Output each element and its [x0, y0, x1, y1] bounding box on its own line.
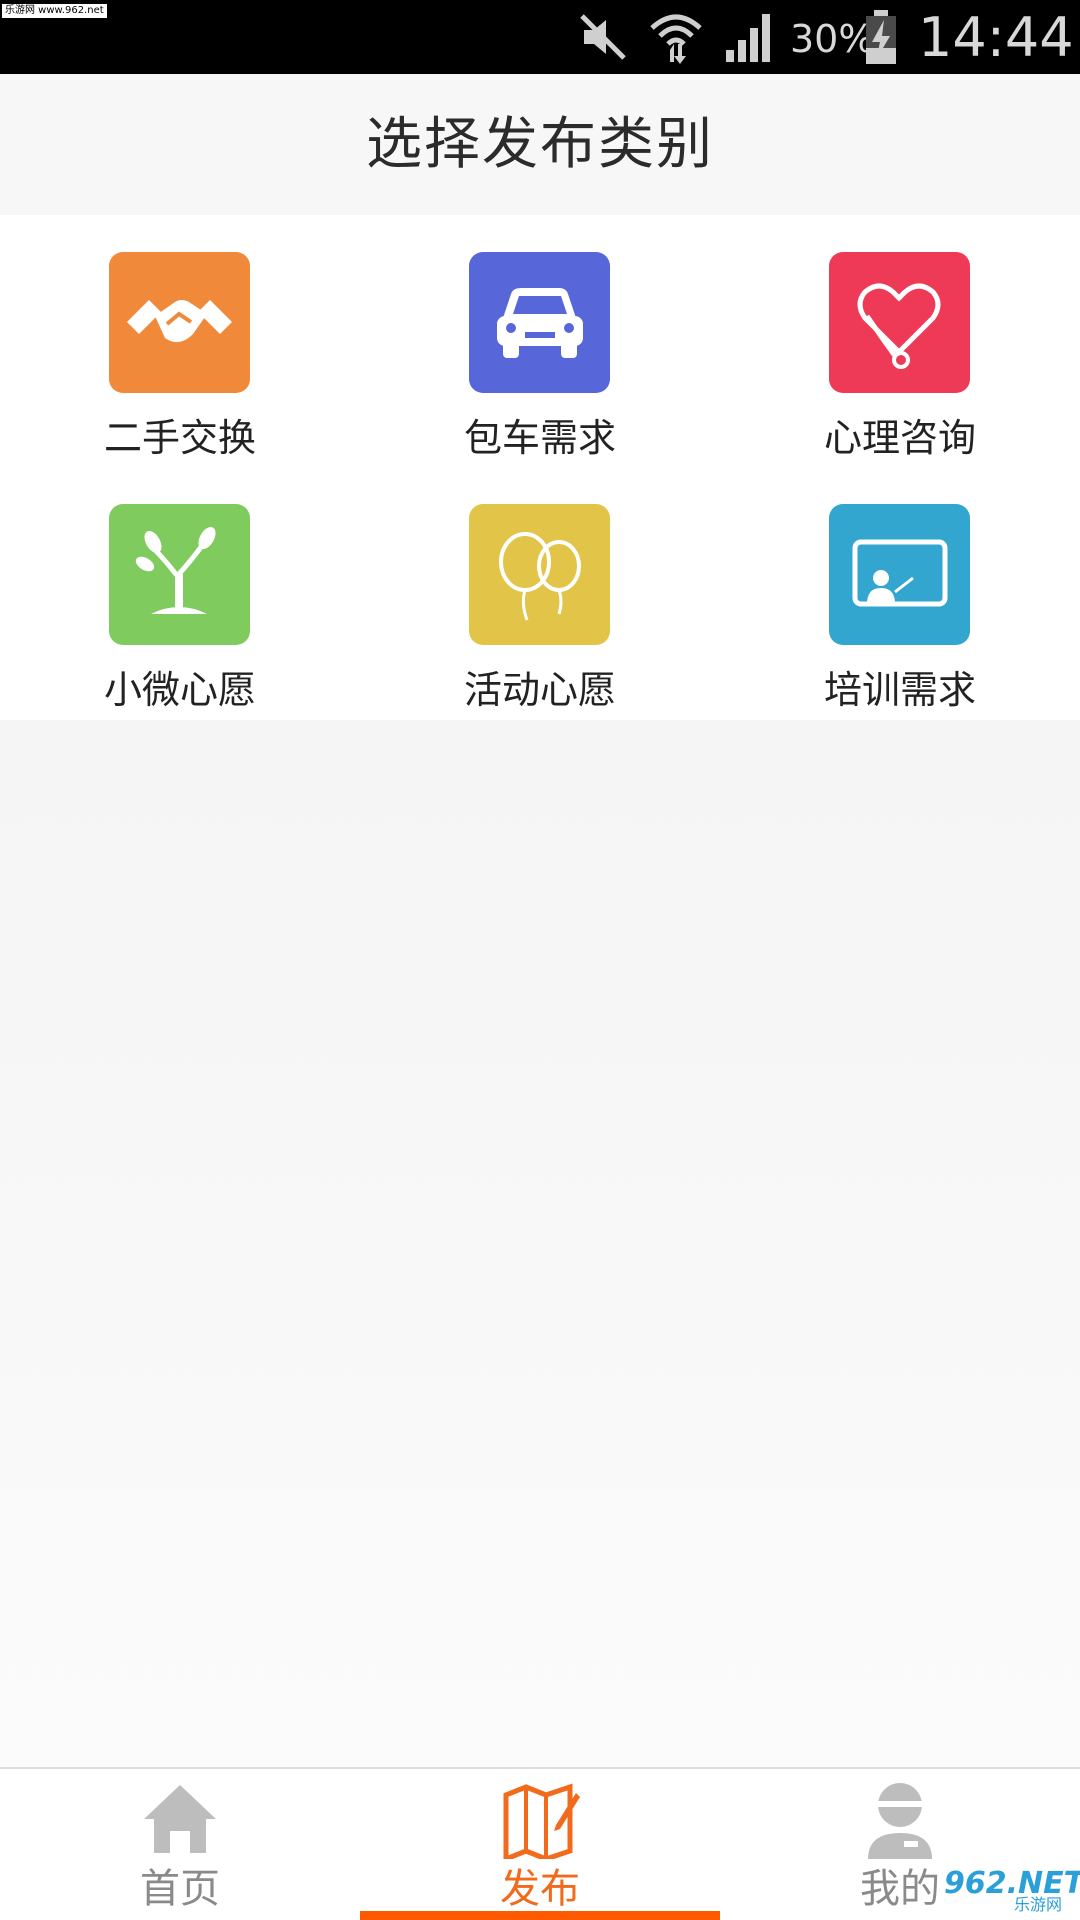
category-charter-car[interactable]: 包车需求 [360, 215, 720, 467]
category-event-wish[interactable]: 活动心愿 [360, 467, 720, 719]
clock: 14:44 [918, 6, 1074, 69]
battery-percent: 30% [790, 17, 875, 61]
nav-item-home[interactable]: 首页 [0, 1769, 360, 1920]
category-tile[interactable] [109, 504, 250, 645]
category-label: 小微心愿 [103, 668, 256, 712]
signal-icon [726, 14, 770, 62]
category-label: 活动心愿 [463, 668, 616, 712]
nav-label: 首页 [140, 1866, 220, 1912]
balloons-icon [499, 532, 581, 621]
watermark-top: 乐游网 www.962.net [2, 4, 107, 18]
category-secondhand-exchange[interactable]: 二手交换 [0, 215, 360, 467]
heart-stethoscope-icon [857, 283, 941, 369]
mute-icon [580, 14, 626, 60]
category-label: 二手交换 [103, 416, 256, 460]
battery-charging-icon [866, 10, 896, 64]
category-small-wish[interactable]: 小微心愿 [0, 467, 360, 719]
category-tile[interactable] [469, 504, 610, 645]
active-tab-indicator [360, 1911, 720, 1920]
watermark-sub: 乐游网 [1014, 1895, 1063, 1914]
home-icon [144, 1785, 216, 1853]
handshake-icon [127, 300, 232, 343]
page-title: 选择发布类别 [366, 112, 714, 177]
category-training[interactable]: 培训需求 [720, 467, 1080, 719]
category-tile[interactable] [109, 252, 250, 393]
category-grid: 二手交换 包车需求 心理咨询 小微心愿 活动心愿 培训需求 [0, 215, 1080, 720]
bottom-nav: 首页 发布 我的 [0, 1767, 1080, 1920]
sprout-icon [135, 527, 216, 614]
category-psych-consult[interactable]: 心理咨询 [720, 215, 1080, 467]
user-icon [868, 1783, 932, 1859]
nav-label: 发布 [500, 1866, 580, 1912]
category-tile[interactable] [469, 252, 610, 393]
publish-map-pencil-icon [503, 1783, 580, 1859]
status-bar: 乐游网 www.962.net 30% 14:44 [0, 0, 1080, 74]
category-label: 包车需求 [463, 416, 616, 460]
category-tile[interactable] [829, 504, 970, 645]
blackboard-teacher-icon [852, 539, 948, 607]
category-label: 心理咨询 [823, 416, 976, 460]
car-icon [497, 288, 583, 358]
category-tile[interactable] [829, 252, 970, 393]
watermark-bottom: 962.NET 乐游网 [940, 1868, 1080, 1918]
wifi-icon [650, 14, 702, 64]
category-label: 培训需求 [823, 668, 976, 712]
nav-item-publish[interactable]: 发布 [360, 1769, 720, 1920]
header: 选择发布类别 [0, 74, 1080, 215]
